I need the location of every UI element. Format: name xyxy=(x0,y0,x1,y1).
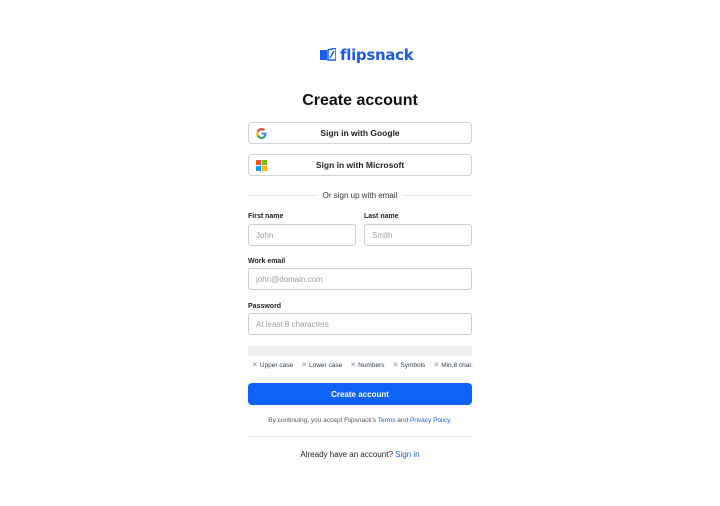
page-title: Create account xyxy=(302,92,418,109)
password-label: Password xyxy=(248,303,282,310)
first-name-label: First name xyxy=(248,213,284,220)
requirement-upper-case: ✕ Upper case xyxy=(252,361,294,370)
microsoft-signin-button[interactable]: Sign in with Microsoft xyxy=(248,154,472,176)
password-strength-bar xyxy=(248,346,472,356)
last-name-input[interactable] xyxy=(364,224,472,246)
legal-notice: By continuing, you accept Flipsnack's Te… xyxy=(0,417,720,424)
requirement-symbols: ✕ Symbols xyxy=(392,361,426,370)
close-icon: ✕ xyxy=(252,362,258,369)
close-icon: ✕ xyxy=(301,362,307,369)
close-icon: ✕ xyxy=(350,362,357,369)
brand-name: flipsnack xyxy=(340,46,414,64)
requirement-lower-case: ✕ Lower case xyxy=(301,361,343,370)
legal-suffix: . xyxy=(449,417,452,424)
close-icon: ✕ xyxy=(433,362,440,369)
email-divider: Or sign up with email xyxy=(248,190,473,200)
work-email-input[interactable] xyxy=(248,268,472,290)
requirement-numbers: ✕ Numbers xyxy=(350,361,385,370)
requirement-min-chars: ✕ Min.8 char. xyxy=(433,361,473,370)
flipsnack-logo-icon xyxy=(320,48,336,61)
legal-and: and xyxy=(397,417,409,424)
brand-logo[interactable]: flipsnack xyxy=(320,46,414,64)
create-account-button[interactable]: Create account xyxy=(248,383,472,405)
close-icon: ✕ xyxy=(392,362,399,369)
divider-text: Or sign up with email xyxy=(322,190,398,200)
work-email-label: Work email xyxy=(248,258,286,265)
last-name-label: Last name xyxy=(364,213,399,220)
footer-divider xyxy=(248,436,472,437)
microsoft-icon xyxy=(256,160,267,171)
google-icon xyxy=(256,128,267,139)
signin-link[interactable]: Sign in xyxy=(395,450,419,459)
signin-prompt: Already have an account? Sign in xyxy=(0,450,720,459)
signin-question: Already have an account? xyxy=(300,450,393,459)
divider-line-right xyxy=(403,194,473,196)
google-signin-button[interactable]: Sign in with Google xyxy=(248,122,472,144)
password-input[interactable] xyxy=(248,313,472,335)
first-name-input[interactable] xyxy=(248,224,356,246)
divider-line-left xyxy=(248,194,317,196)
microsoft-signin-label: Sign in with Microsoft xyxy=(315,160,405,170)
google-signin-label: Sign in with Google xyxy=(320,128,400,138)
password-requirements: ✕ Upper case ✕ Lower case ✕ Numbers ✕ Symbol… xyxy=(252,361,473,370)
legal-prefix: By continuing, you accept Flipsnack's xyxy=(268,417,377,424)
terms-link[interactable]: Terms xyxy=(378,417,396,424)
privacy-policy-link[interactable]: Privacy Policy xyxy=(410,417,450,424)
